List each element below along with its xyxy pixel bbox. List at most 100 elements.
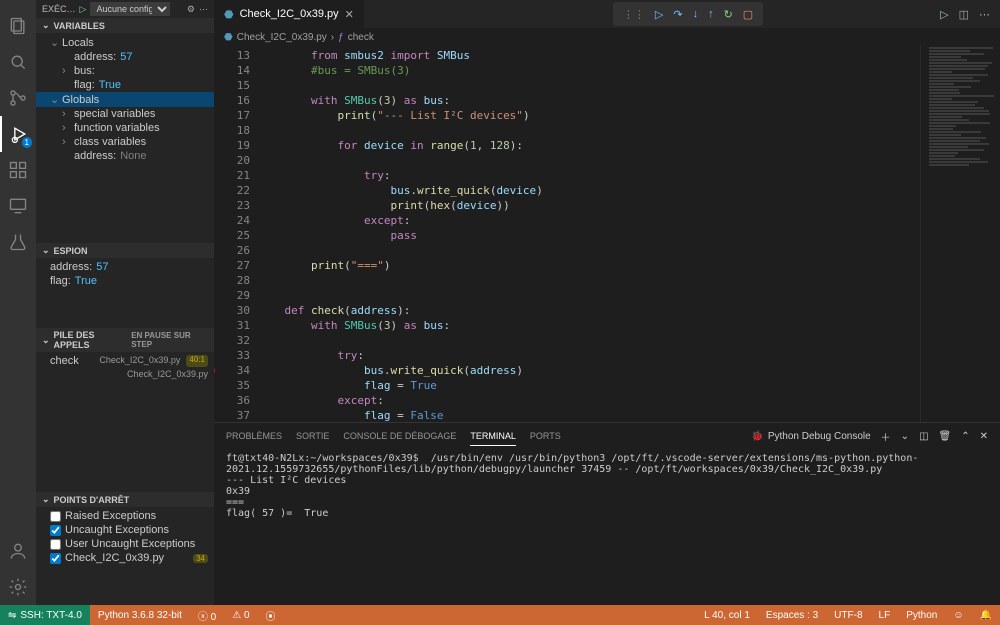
drag-grip-icon[interactable]: ⋮⋮ bbox=[623, 8, 645, 21]
variable-row[interactable]: ›function variables bbox=[36, 121, 214, 135]
terminal-profile-select[interactable]: 🐞 Python Debug Console bbox=[751, 431, 870, 442]
callstack-row[interactable]: checkCheck_I2C_0x39.py40:1 bbox=[36, 354, 214, 368]
status-bar: ⇋ SSH: TXT-4.0 Python 3.6.8 32-bit ⓧ 0 ⚠… bbox=[0, 605, 1000, 625]
new-terminal-icon[interactable]: ＋ bbox=[881, 429, 891, 444]
remote-indicator[interactable]: ⇋ SSH: TXT-4.0 bbox=[0, 605, 90, 625]
tab-ports[interactable]: PORTS bbox=[530, 427, 561, 445]
python-interpreter[interactable]: Python 3.6.8 32-bit bbox=[90, 610, 190, 621]
more-icon[interactable]: ⋯ bbox=[199, 4, 208, 15]
maximize-panel-icon[interactable]: ⌃ bbox=[961, 431, 969, 442]
variable-row[interactable]: address: 57 bbox=[36, 50, 214, 64]
source-control-icon[interactable] bbox=[0, 80, 36, 116]
chevron-down-icon: ⌄ bbox=[42, 335, 50, 346]
panel-tabs: PROBLÈMES SORTIE CONSOLE DE DÉBOGAGE TER… bbox=[214, 423, 1000, 449]
minimap[interactable] bbox=[920, 46, 1000, 422]
split-terminal-icon[interactable]: ◫ bbox=[919, 431, 928, 442]
feedback-icon[interactable]: ☺ bbox=[945, 610, 971, 621]
tab-debug-console[interactable]: CONSOLE DE DÉBOGAGE bbox=[343, 427, 456, 445]
breakpoint-row[interactable]: Uncaught Exceptions bbox=[36, 523, 214, 537]
status-errors[interactable]: ⓧ 0 bbox=[190, 608, 224, 623]
run-debug-icon[interactable]: 1 bbox=[0, 116, 36, 152]
tab-problems[interactable]: PROBLÈMES bbox=[226, 427, 282, 445]
tab-file[interactable]: ⬣ Check_I2C_0x39.py ✕ bbox=[214, 0, 365, 28]
encoding[interactable]: UTF-8 bbox=[826, 610, 870, 621]
watch-row[interactable]: flag: True bbox=[36, 274, 214, 288]
kill-terminal-icon[interactable]: 🗑 bbox=[939, 431, 952, 442]
breakpoint-row[interactable]: Raised Exceptions bbox=[36, 509, 214, 523]
callstack-body: checkCheck_I2C_0x39.py40:1Check_I2C_0x39… bbox=[36, 352, 214, 492]
status-radio-icon[interactable]: ⦿ bbox=[258, 608, 284, 623]
language-mode[interactable]: Python bbox=[898, 610, 945, 621]
remote-icon: ⇋ bbox=[8, 610, 16, 621]
eol[interactable]: LF bbox=[871, 610, 899, 621]
code-editor[interactable]: 1314151617181920212223242526272829303132… bbox=[214, 46, 920, 422]
indentation[interactable]: Espaces : 3 bbox=[758, 610, 826, 621]
tab-output[interactable]: SORTIE bbox=[296, 427, 329, 445]
run-label: EXÉC… bbox=[42, 4, 76, 14]
line-gutter[interactable]: 1314151617181920212223242526272829303132… bbox=[214, 46, 258, 422]
code-body[interactable]: from smbus2 import SMBus #bus = SMBus(3)… bbox=[258, 46, 920, 422]
python-file-icon: ⬣ bbox=[224, 32, 233, 43]
continue-icon[interactable]: ▷ bbox=[655, 8, 663, 21]
scope-locals[interactable]: ⌄Locals bbox=[36, 35, 214, 50]
breadcrumb[interactable]: ⬣ Check_I2C_0x39.py › ƒ check bbox=[214, 28, 1000, 46]
watch-section-header[interactable]: ⌄ ESPION bbox=[36, 243, 214, 258]
more-actions-icon[interactable]: ⋯ bbox=[979, 8, 990, 21]
step-over-icon[interactable]: ↷ bbox=[673, 8, 682, 21]
scope-globals[interactable]: ⌄Globals bbox=[36, 92, 214, 107]
account-icon[interactable] bbox=[0, 533, 36, 569]
cursor-position[interactable]: L 40, col 1 bbox=[696, 610, 758, 621]
breakpoint-row[interactable]: User Uncaught Exceptions bbox=[36, 537, 214, 551]
restart-icon[interactable]: ↻ bbox=[724, 8, 733, 21]
breakpoint-checkbox[interactable] bbox=[50, 525, 61, 536]
extensions-icon[interactable] bbox=[0, 152, 36, 188]
callstack-row[interactable]: Check_I2C_0x39.py bbox=[36, 368, 214, 380]
variables-body: ⌄Locals address: 57›bus: flag: True ⌄Glo… bbox=[36, 33, 214, 243]
callstack-section-header[interactable]: ⌄ PILE DES APPELS EN PAUSE SUR STEP bbox=[36, 328, 214, 352]
tab-terminal[interactable]: TERMINAL bbox=[470, 427, 516, 446]
debug-sidebar: EXÉC… ▷ Aucune configu ⚙ ⋯ ⌄ VARIABLES ⌄… bbox=[36, 0, 214, 605]
stop-icon[interactable]: ▢ bbox=[743, 8, 753, 21]
run-debug-header: EXÉC… ▷ Aucune configu ⚙ ⋯ bbox=[36, 0, 214, 18]
search-icon[interactable] bbox=[0, 44, 36, 80]
activity-bar: 1 bbox=[0, 0, 36, 605]
close-panel-icon[interactable]: ✕ bbox=[980, 431, 988, 442]
debug-badge: 1 bbox=[22, 137, 32, 148]
variable-row[interactable]: address: None bbox=[36, 149, 214, 163]
split-editor-icon[interactable]: ◫ bbox=[959, 8, 969, 21]
function-icon: ƒ bbox=[338, 32, 344, 43]
debug-icon: 🐞 bbox=[751, 431, 763, 442]
chevron-down-icon[interactable]: ⌄ bbox=[901, 431, 909, 442]
step-out-icon[interactable]: ↑ bbox=[708, 8, 714, 20]
run-file-icon[interactable]: ▷ bbox=[940, 8, 948, 21]
settings-gear-icon[interactable] bbox=[0, 569, 36, 605]
breakpoint-checkbox[interactable] bbox=[50, 511, 61, 522]
breakpoints-section-header[interactable]: ⌄ POINTS D'ARRÊT bbox=[36, 492, 214, 507]
python-file-icon: ⬣ bbox=[224, 8, 234, 21]
close-icon[interactable]: ✕ bbox=[345, 8, 354, 21]
editor-area: ⬣ Check_I2C_0x39.py ✕ ⋮⋮ ▷ ↷ ↓ ↑ ↻ ▢ ▷ ◫… bbox=[214, 0, 1000, 605]
start-debug-icon[interactable]: ▷ bbox=[80, 4, 87, 15]
variable-row[interactable]: ›special variables bbox=[36, 107, 214, 121]
terminal-output[interactable]: ft@txt40-N2Lx:~/workspaces/0x39$ /usr/bi… bbox=[214, 449, 1000, 605]
step-into-icon[interactable]: ↓ bbox=[693, 8, 699, 20]
breakpoint-row[interactable]: Check_I2C_0x39.py34 bbox=[36, 551, 214, 565]
variables-section-header[interactable]: ⌄ VARIABLES bbox=[36, 18, 214, 33]
watch-row[interactable]: address: 57 bbox=[36, 260, 214, 274]
variable-row[interactable]: flag: True bbox=[36, 78, 214, 92]
debug-config-select[interactable]: Aucune configu bbox=[90, 2, 170, 16]
breakpoints-body: Raised ExceptionsUncaught ExceptionsUser… bbox=[36, 507, 214, 567]
status-warnings[interactable]: ⚠ 0 bbox=[224, 610, 257, 621]
testing-icon[interactable] bbox=[0, 224, 36, 260]
debug-toolbar[interactable]: ⋮⋮ ▷ ↷ ↓ ↑ ↻ ▢ bbox=[613, 2, 763, 26]
explorer-icon[interactable] bbox=[0, 8, 36, 44]
gear-icon[interactable]: ⚙ bbox=[187, 4, 195, 15]
bottom-panel: PROBLÈMES SORTIE CONSOLE DE DÉBOGAGE TER… bbox=[214, 422, 1000, 605]
breakpoint-checkbox[interactable] bbox=[50, 553, 61, 564]
remote-explorer-icon[interactable] bbox=[0, 188, 36, 224]
variable-row[interactable]: ›class variables bbox=[36, 135, 214, 149]
watch-body: address: 57flag: True bbox=[36, 258, 214, 328]
breakpoint-checkbox[interactable] bbox=[50, 539, 61, 550]
notifications-icon[interactable]: 🔔 bbox=[972, 610, 1000, 621]
variable-row[interactable]: ›bus: bbox=[36, 64, 214, 78]
